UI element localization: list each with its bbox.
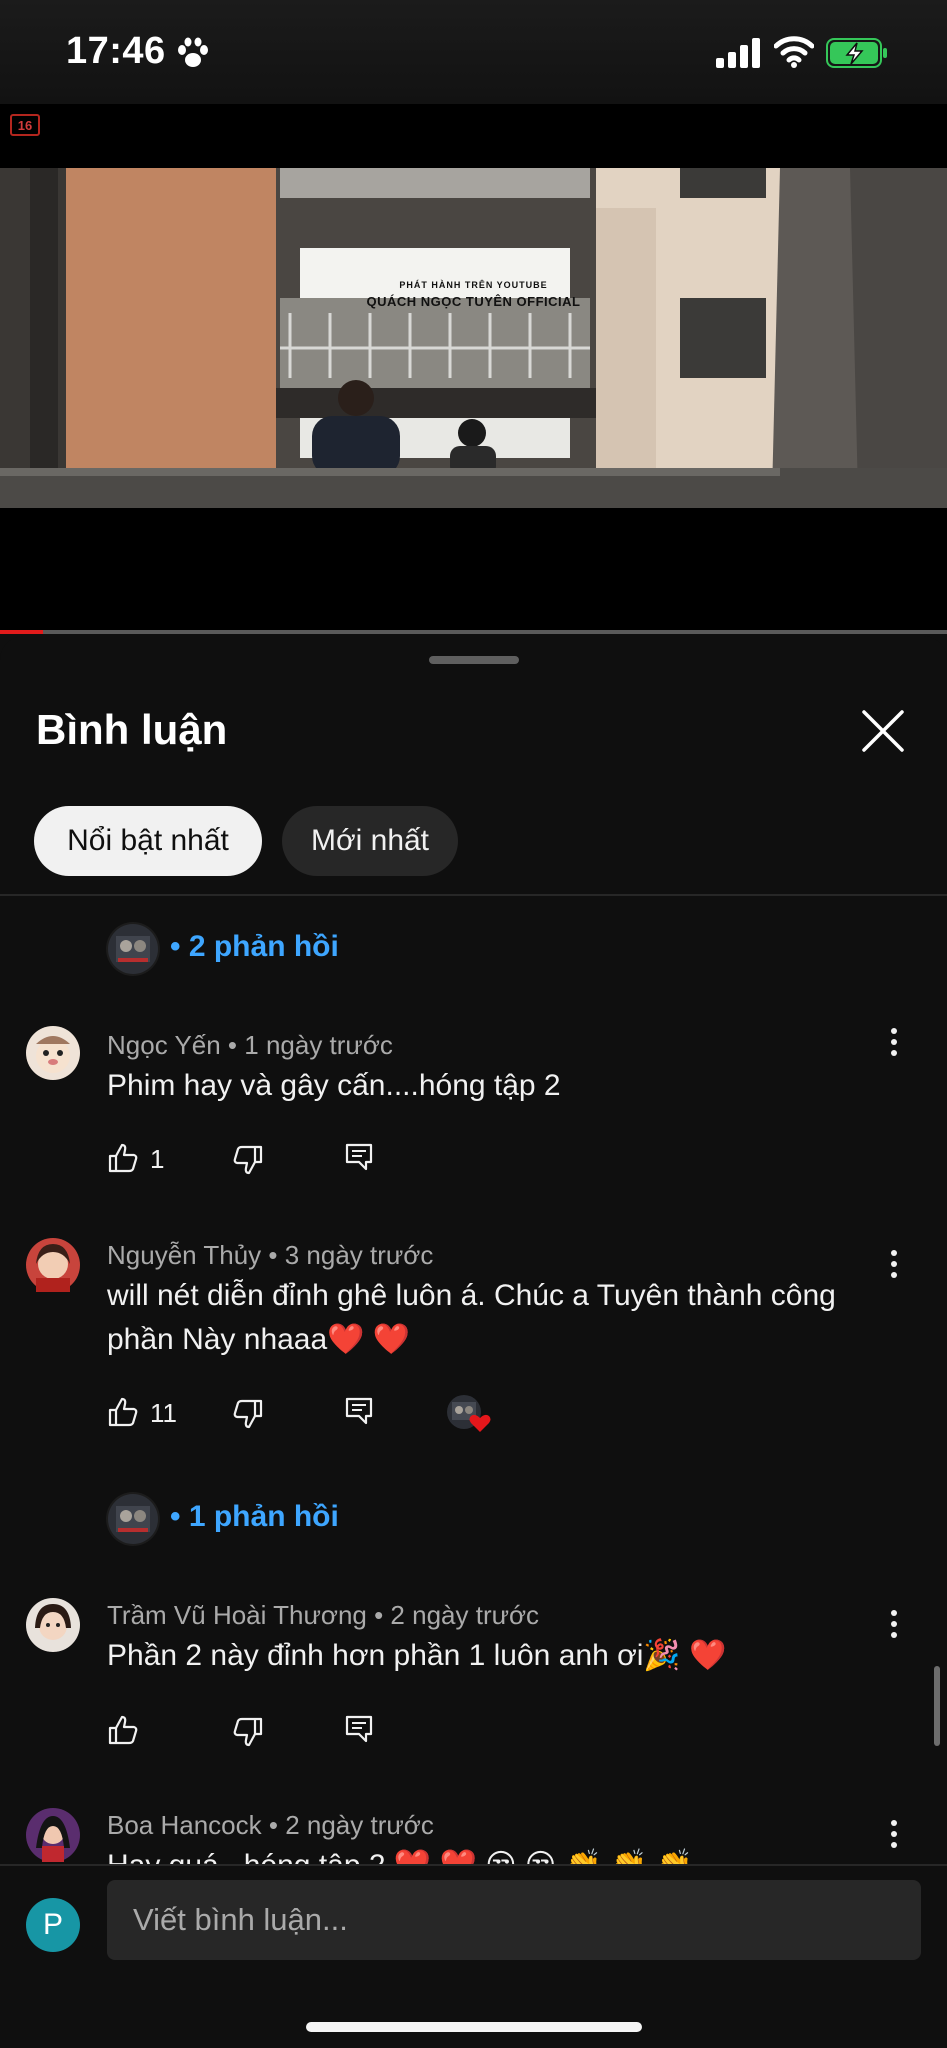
age-rating-badge: 16 bbox=[10, 114, 40, 136]
like-count: 1 bbox=[150, 1144, 165, 1174]
status-bar: 17:46 bbox=[0, 0, 947, 104]
comment-meta[interactable]: Nguyễn Thủy • 3 ngày trước bbox=[107, 1240, 433, 1271]
like-icon[interactable] bbox=[107, 1142, 139, 1174]
comment-text: Hay quá , hóng tập 2 ❤️ ❤️ 😒 😒 👏 👏 👏 bbox=[107, 1844, 907, 1864]
video-progress-bar[interactable] bbox=[0, 630, 947, 634]
commenter-avatar[interactable] bbox=[26, 1808, 80, 1862]
compose-bar: P bbox=[0, 1864, 947, 2048]
status-time: 17:46 bbox=[66, 30, 166, 72]
video-progress-fill bbox=[0, 630, 43, 634]
comment-text: Phim hay và gây cấn....hóng tập 2 bbox=[107, 1069, 561, 1102]
reply-icon[interactable] bbox=[344, 1714, 374, 1744]
dislike-icon[interactable] bbox=[232, 1398, 264, 1430]
paw-icon bbox=[178, 37, 208, 67]
user-avatar[interactable]: P bbox=[26, 1898, 80, 1952]
like-count: 11 bbox=[150, 1398, 177, 1428]
video-frame[interactable]: PHÁT HÀNH TRÊN YOUTUBE QUÁCH NGỌC TUYÊN … bbox=[0, 168, 947, 576]
comment-input[interactable] bbox=[107, 1880, 921, 1960]
video-scene-image bbox=[0, 168, 947, 576]
scrollbar[interactable] bbox=[934, 1666, 940, 1746]
wifi-icon bbox=[774, 36, 814, 68]
dislike-icon[interactable] bbox=[232, 1716, 264, 1748]
comment-text: Phần 2 này đỉnh hơn phần 1 luôn anh ơi🎉 … bbox=[107, 1639, 727, 1672]
reply-icon[interactable] bbox=[344, 1396, 374, 1426]
video-player[interactable]: 16 PHÁT HÀNH TRÊN YOUTUBE QUÁCH NGỌC TUY… bbox=[0, 104, 947, 634]
creator-heart-icon bbox=[447, 1395, 491, 1432]
more-options-icon[interactable] bbox=[880, 1244, 908, 1284]
comment-meta[interactable]: Boa Hancock • 2 ngày trước bbox=[107, 1810, 434, 1841]
battery-charging-icon bbox=[826, 38, 887, 68]
comment-meta[interactable]: Trầm Vũ Hoài Thương • 2 ngày trước bbox=[107, 1600, 539, 1631]
more-options-icon[interactable] bbox=[880, 1814, 908, 1854]
sheet-drag-handle[interactable] bbox=[429, 656, 519, 664]
comments-title: Bình luận bbox=[36, 706, 228, 753]
more-options-icon[interactable] bbox=[880, 1604, 908, 1644]
close-icon[interactable] bbox=[860, 708, 906, 754]
dislike-icon[interactable] bbox=[232, 1144, 264, 1176]
view-replies-link[interactable]: • 2 phản hồi bbox=[170, 930, 339, 964]
comment-clipped: Boa Hancock • 2 ngày trước Hay quá , hón… bbox=[0, 1800, 947, 1864]
commenter-avatar[interactable] bbox=[26, 1598, 80, 1652]
commenter-avatar[interactable] bbox=[26, 1026, 80, 1080]
creator-avatar[interactable] bbox=[106, 1492, 160, 1546]
creator-avatar[interactable] bbox=[106, 922, 160, 976]
video-watermark-line1: PHÁT HÀNH TRÊN YOUTUBE bbox=[399, 280, 548, 290]
filter-chip-newest[interactable]: Mới nhất bbox=[282, 806, 458, 876]
commenter-avatar[interactable] bbox=[26, 1238, 80, 1292]
more-options-icon[interactable] bbox=[880, 1022, 908, 1062]
view-replies-link[interactable]: • 1 phản hồi bbox=[170, 1500, 339, 1534]
filter-chip-top[interactable]: Nổi bật nhất bbox=[34, 806, 262, 876]
reply-icon[interactable] bbox=[344, 1142, 374, 1172]
comment-text: will nét diễn đỉnh ghê luôn á. Chúc a Tu… bbox=[107, 1279, 836, 1356]
home-indicator[interactable] bbox=[306, 2022, 642, 2032]
comment-meta[interactable]: Ngọc Yến • 1 ngày trước bbox=[107, 1030, 393, 1061]
like-icon[interactable] bbox=[107, 1396, 139, 1428]
cellular-signal-icon bbox=[716, 38, 760, 68]
video-watermark-line2: QUÁCH NGỌC TUYÊN OFFICIAL bbox=[366, 294, 581, 309]
like-icon[interactable] bbox=[107, 1714, 139, 1746]
